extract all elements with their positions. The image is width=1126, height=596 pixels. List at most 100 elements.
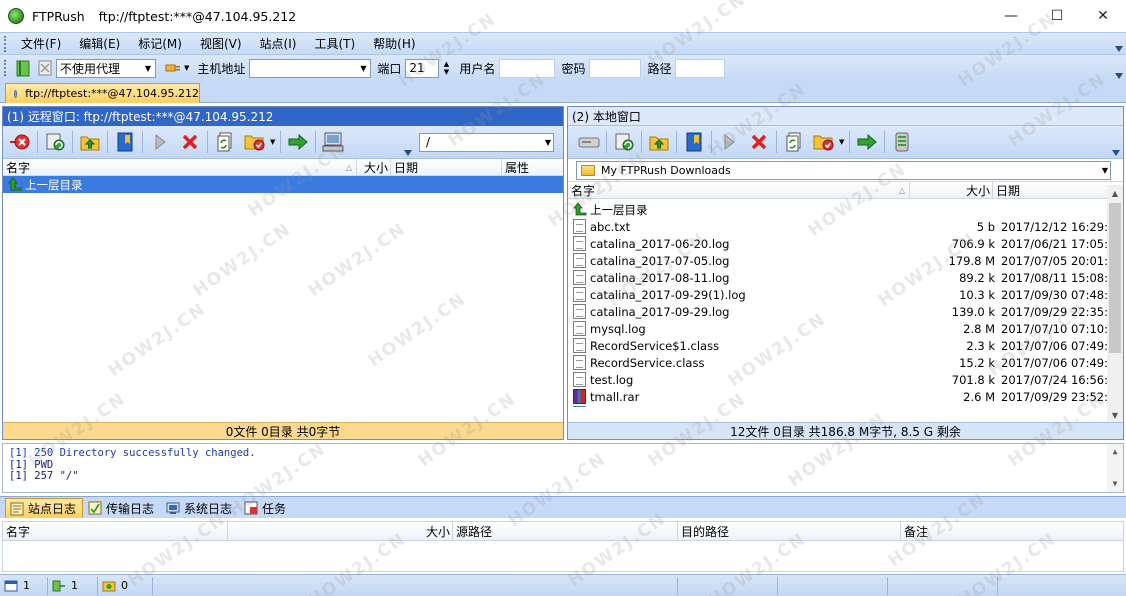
- play-icon[interactable]: [145, 127, 175, 157]
- local-file-row[interactable]: tmall.rar 2.6 M 2017/09/29 23:52:28: [568, 388, 1107, 405]
- menu-tools[interactable]: 工具(T): [305, 35, 364, 52]
- disconnect-icon[interactable]: [5, 127, 35, 157]
- connection-icon: [52, 580, 66, 592]
- local-file-row[interactable]: tst.jsp 6.1 k2016/09/15 01:35:06: [568, 405, 1107, 407]
- toolbar-grip[interactable]: [4, 35, 8, 52]
- sync-icon[interactable]: [779, 127, 809, 157]
- remote-path-select[interactable]: / ▼: [419, 132, 554, 152]
- local-file-row[interactable]: abc.txt 5 b 2017/12/12 16:29:32: [568, 218, 1107, 235]
- port-spinner[interactable]: ▲ ▼: [439, 59, 453, 78]
- transfer-icon[interactable]: [852, 127, 882, 157]
- file-date: 2017/07/05 20:01:53: [1001, 253, 1107, 268]
- path-input[interactable]: [675, 58, 726, 78]
- local-file-row[interactable]: mysql.log 2.8 M 2017/07/10 07:10:54: [568, 320, 1107, 337]
- minimize-icon[interactable]: —: [988, 0, 1034, 32]
- transfer-log-icon: [88, 501, 102, 515]
- task-col-note[interactable]: 备注: [901, 522, 1123, 540]
- stop-icon[interactable]: [744, 127, 774, 157]
- local-toolbar: ▼: [568, 126, 1123, 159]
- session-tab[interactable]: ftp://ftptest:***@47.104.95.212: [5, 83, 200, 103]
- remote-col-name[interactable]: 名字 △: [3, 159, 357, 175]
- local-path-select[interactable]: My FTPRush Downloads ▼: [576, 161, 1111, 180]
- menu-edit[interactable]: 编辑(E): [70, 35, 129, 52]
- local-file-row[interactable]: RecordService.class 15.2 k 2017/07/06 07:4…: [568, 354, 1107, 371]
- connection-count: 1: [71, 579, 78, 592]
- quick-connect-icon[interactable]: [36, 59, 54, 77]
- menu-help[interactable]: 帮助(H): [364, 35, 424, 52]
- remote-pane-title: (1) 远程窗口: ftp://ftptest:***@47.104.95.21…: [3, 107, 563, 126]
- sync-icon[interactable]: [210, 127, 240, 157]
- port-input[interactable]: 21: [405, 58, 440, 78]
- remote-col-size[interactable]: 大小: [357, 159, 391, 175]
- local-vertical-scrollbar[interactable]: ▲ ▼: [1107, 185, 1123, 423]
- local-file-row[interactable]: catalina_2017-09-29.log 139.0 k 2017/09/29…: [568, 303, 1107, 320]
- tab-tasks[interactable]: 任务: [239, 498, 293, 518]
- folder-action-icon[interactable]: [240, 127, 270, 157]
- computer-icon[interactable]: [318, 127, 348, 157]
- log-pane: [1] 250 Directory successfully changed. …: [2, 443, 1124, 493]
- scroll-down-icon[interactable]: ▼: [1107, 476, 1123, 492]
- chevron-down-icon[interactable]: ▼: [270, 138, 278, 146]
- file-size: 706.9 k: [951, 236, 995, 251]
- menu-site[interactable]: 站点(I): [251, 35, 306, 52]
- menu-view[interactable]: 视图(V): [191, 35, 251, 52]
- remote-col-date[interactable]: 日期: [391, 159, 502, 175]
- remote-parent-row[interactable]: 上一层目录: [3, 176, 563, 193]
- host-input[interactable]: ▼: [249, 58, 372, 78]
- stop-icon[interactable]: [175, 127, 205, 157]
- chevron-down-icon[interactable]: ▼: [839, 138, 847, 146]
- task-col-size[interactable]: 大小: [228, 522, 453, 540]
- folder-action-icon[interactable]: [809, 127, 839, 157]
- menu-file[interactable]: 文件(F): [12, 35, 70, 52]
- menu-mark[interactable]: 标记(M): [129, 35, 191, 52]
- local-file-row[interactable]: catalina_2017-09-29(1).log 10.3 k 2017/09/…: [568, 286, 1107, 303]
- local-col-name[interactable]: 名字 △: [568, 182, 910, 198]
- refresh-icon[interactable]: [609, 127, 639, 157]
- database-icon[interactable]: [887, 127, 917, 157]
- remote-col-attr[interactable]: 属性: [502, 159, 563, 175]
- toolbar-overflow-icon[interactable]: [404, 150, 412, 156]
- drive-icon[interactable]: [574, 127, 604, 157]
- play-icon[interactable]: [714, 127, 744, 157]
- close-icon[interactable]: ✕: [1080, 0, 1126, 32]
- bookmark-icon[interactable]: [679, 127, 709, 157]
- bookmark-icon[interactable]: [110, 127, 140, 157]
- toolbar-overflow-icon[interactable]: [1112, 150, 1120, 156]
- scroll-down-icon[interactable]: ▼: [1107, 407, 1123, 423]
- file-name-cell: catalina_2017-08-11.log: [568, 270, 910, 285]
- file-date: 2017/09/30 07:48:45: [1001, 287, 1107, 302]
- tab-transfer-log[interactable]: 传输日志: [83, 498, 161, 518]
- password-input[interactable]: [589, 58, 642, 78]
- scroll-up-icon[interactable]: ▲: [1107, 185, 1123, 201]
- task-col-source[interactable]: 源路径: [453, 522, 678, 540]
- maximize-icon[interactable]: ☐: [1034, 0, 1080, 32]
- parent-folder-icon[interactable]: [75, 127, 105, 157]
- plug-icon[interactable]: [164, 59, 182, 77]
- up-arrow-icon: [573, 202, 587, 217]
- refresh-icon[interactable]: [40, 127, 70, 157]
- local-file-row[interactable]: catalina_2017-07-05.log 179.8 M 2017/07/05…: [568, 252, 1107, 269]
- transfer-icon[interactable]: [283, 127, 313, 157]
- task-col-target[interactable]: 目的路径: [678, 522, 901, 540]
- scroll-up-icon[interactable]: ▲: [1107, 444, 1123, 460]
- local-col-date[interactable]: 日期: [993, 182, 1123, 198]
- task-col-name[interactable]: 名字: [3, 522, 228, 540]
- toolbar-overflow-icon[interactable]: [1115, 73, 1123, 79]
- tab-site-log[interactable]: 站点日志: [5, 498, 84, 518]
- username-input[interactable]: [499, 58, 556, 78]
- scroll-thumb[interactable]: [1109, 203, 1121, 353]
- local-file-row[interactable]: catalina_2017-06-20.log 706.9 k 2017/06/21…: [568, 235, 1107, 252]
- local-file-row[interactable]: test.log 701.8 k 2017/07/24 16:56:33: [568, 371, 1107, 388]
- tab-system-log[interactable]: 系统日志: [161, 498, 239, 518]
- log-scrollbar[interactable]: ▲ ▼: [1107, 444, 1123, 492]
- parent-folder-icon[interactable]: [644, 127, 674, 157]
- chevron-down-icon[interactable]: ▼: [184, 64, 189, 72]
- local-file-row[interactable]: RecordService$1.class 2.3 k 2017/07/06 07:…: [568, 337, 1107, 354]
- site-manager-icon[interactable]: [14, 59, 32, 77]
- toolbar-overflow-icon[interactable]: [1115, 46, 1123, 52]
- local-parent-row[interactable]: 上一层目录: [568, 201, 1107, 218]
- toolbar-grip[interactable]: [4, 60, 8, 76]
- proxy-select[interactable]: 不使用代理 ▼: [56, 58, 156, 78]
- local-file-row[interactable]: catalina_2017-08-11.log 89.2 k 2017/08/11 …: [568, 269, 1107, 286]
- local-col-size[interactable]: 大小: [910, 182, 993, 198]
